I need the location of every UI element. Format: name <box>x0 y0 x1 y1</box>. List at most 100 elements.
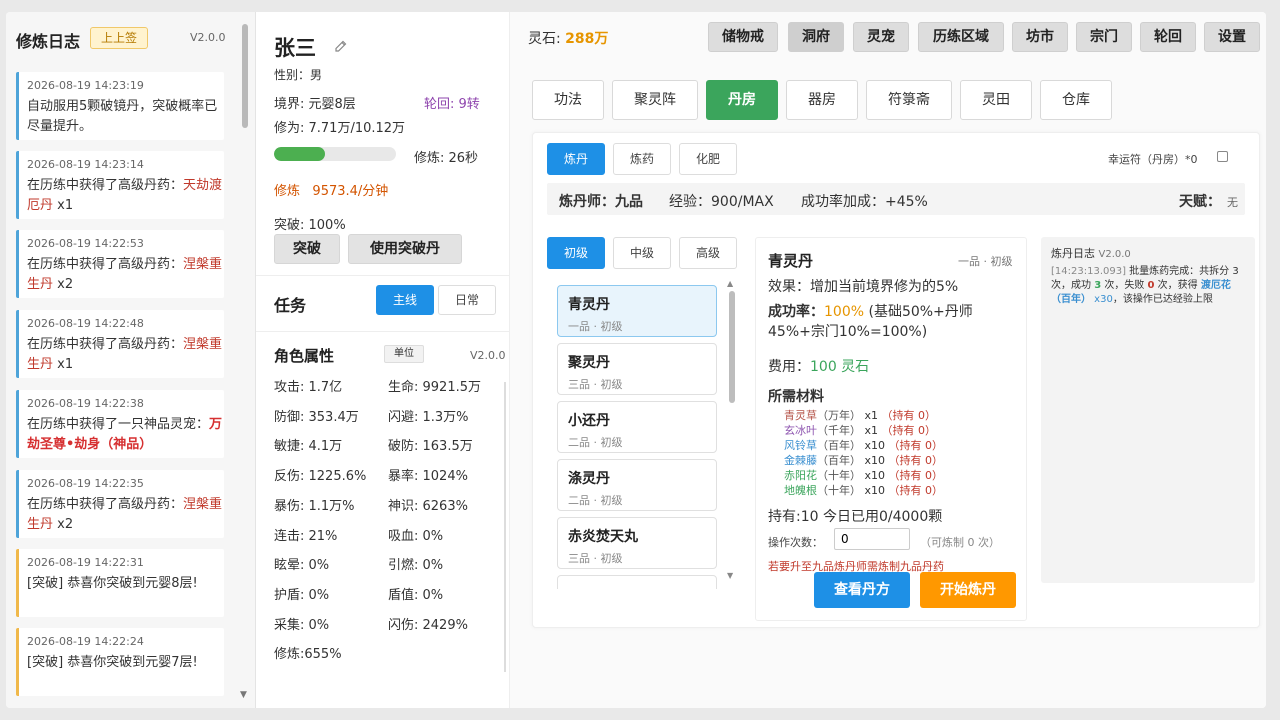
tab-daily-quest[interactable]: 日常 <box>438 285 496 315</box>
grade-intermediate[interactable]: 中级 <box>613 237 671 269</box>
recipe-item[interactable]: 聚灵丹 三品 · 初级 <box>557 343 717 395</box>
subtab-make-pill[interactable]: 炼丹 <box>547 143 605 175</box>
divider <box>256 275 510 276</box>
settings-button[interactable]: 设置 <box>1204 22 1260 52</box>
log-text: 在历练中获得了高级丹药：涅槃重生丹 x2 <box>27 497 223 532</box>
attributes-scrollbar[interactable] <box>504 382 506 672</box>
log-title: 修炼日志 <box>16 32 81 51</box>
market-button[interactable]: 坊市 <box>1012 22 1068 52</box>
log-time: 2026-08-19 14:23:14 <box>27 158 144 171</box>
app-window: 修炼日志 上上签 V2.0.0 ▼ 2026-08-19 14:23:19 自动… <box>6 12 1266 708</box>
scroll-up-icon[interactable]: ▲ <box>727 279 733 288</box>
spirit-pet-button[interactable]: 灵宠 <box>853 22 909 52</box>
attributes-title: 角色属性 <box>274 347 335 365</box>
op-count-hint: （可炼制 0 次） <box>920 536 1000 549</box>
log-text: 在历练中获得了高级丹药：涅槃重生丹 x2 <box>27 257 223 292</box>
recipe-cost: 费用：100 灵石 <box>768 359 870 375</box>
material-item: 地魄根（十年） x10 （持有 0） <box>784 484 944 497</box>
recipe-name: 青灵丹 <box>768 252 814 270</box>
tab-spirit-array[interactable]: 聚灵阵 <box>612 80 698 120</box>
op-count-input[interactable] <box>834 528 910 550</box>
view-recipe-button[interactable]: 查看丹方 <box>814 572 910 608</box>
tab-talisman[interactable]: 符箓斋 <box>866 80 952 120</box>
tab-spirit-field[interactable]: 灵田 <box>960 80 1032 120</box>
edit-icon[interactable] <box>334 38 348 57</box>
log-entry: 2026-08-19 14:22:53 在历练中获得了高级丹药：涅槃重生丹 x2 <box>16 230 224 298</box>
storage-ring-button[interactable]: 储物戒 <box>708 22 778 52</box>
materials-title: 所需材料 <box>768 389 824 405</box>
log-entry: 2026-08-19 14:22:35 在历练中获得了高级丹药：涅槃重生丹 x2 <box>16 470 224 538</box>
recipe-grade: 一品 · 初级 <box>958 255 1013 268</box>
attr-shield: 护盾: 0% <box>274 588 330 603</box>
log-entry: 2026-08-19 14:22:38 在历练中获得了一只神品灵宠：万劫圣尊•劫… <box>16 390 224 458</box>
log-scroll-thumb[interactable] <box>242 24 248 128</box>
breakthrough-button[interactable]: 突破 <box>274 234 340 264</box>
log-entry: 2026-08-19 14:23:19 自动服用5颗破镜丹，突破概率已尽量提升。 <box>16 72 224 140</box>
scroll-down-icon[interactable]: ▼ <box>727 571 733 580</box>
alchemy-log-entry: [14:23:13.093] 批量炼药完成：共拆分 3 次，成功 3 次，失败 … <box>1051 266 1239 305</box>
sign-button[interactable]: 上上签 <box>90 27 148 49</box>
log-text: 自动服用5颗破镜丹，突破概率已尽量提升。 <box>27 99 218 134</box>
log-time: 2026-08-19 14:22:53 <box>27 237 144 250</box>
log-text: 在历练中获得了高级丹药：天劫渡厄丹 x1 <box>27 178 223 213</box>
attr-hp: 生命: 9921.5万 <box>388 380 481 395</box>
grade-advanced[interactable]: 高级 <box>679 237 737 269</box>
use-pill-button[interactable]: 使用突破丹 <box>348 234 462 264</box>
tab-warehouse[interactable]: 仓库 <box>1040 80 1112 120</box>
log-entry: 2026-08-19 14:22:31 [突破] 恭喜你突破到元婴8层! <box>16 549 224 617</box>
progress-fill <box>274 147 326 161</box>
log-time: 2026-08-19 14:22:35 <box>27 477 144 490</box>
holding-info: 持有:10 今日已用0/4000颗 <box>768 509 943 525</box>
recipe-item[interactable]: 青灵丹 一品 · 初级 <box>557 285 717 337</box>
subtab-fertilizer[interactable]: 化肥 <box>679 143 737 175</box>
attr-crit-rate: 暴率: 1024% <box>388 469 468 484</box>
log-scrollbar[interactable]: ▼ <box>240 20 250 700</box>
sect-button[interactable]: 宗门 <box>1076 22 1132 52</box>
lucky-charm-checkbox[interactable] <box>1217 151 1228 162</box>
log-time: 2026-08-19 14:22:48 <box>27 317 144 330</box>
cultivate-timer: 修炼: 26秒 <box>414 151 479 166</box>
recipe-item[interactable] <box>557 575 717 589</box>
tab-forge[interactable]: 器房 <box>786 80 858 120</box>
subtab-make-medicine[interactable]: 炼药 <box>613 143 671 175</box>
tab-skills[interactable]: 功法 <box>532 80 604 120</box>
log-text: 在历练中获得了高级丹药：涅槃重生丹 x1 <box>27 337 223 372</box>
log-text: [突破] 恭喜你突破到元婴7层! <box>27 655 198 670</box>
recipe-scroll-thumb[interactable] <box>729 291 735 403</box>
attr-flash-damage: 闪伤: 2429% <box>388 618 468 633</box>
gender: 性别：男 <box>274 68 323 82</box>
material-item: 青灵草（万年） x1 （持有 0） <box>784 409 937 422</box>
divider <box>256 331 510 332</box>
attr-spirit-sense: 神识: 6263% <box>388 499 468 514</box>
log-version: V2.0.0 <box>190 31 226 44</box>
grade-basic[interactable]: 初级 <box>547 237 605 269</box>
tab-alchemy[interactable]: 丹房 <box>706 80 778 120</box>
cultivation-rate: 修炼 9573.4/分钟 <box>274 184 389 199</box>
attr-shield-value: 盾值: 0% <box>388 588 444 603</box>
reincarnation-button[interactable]: 轮回 <box>1140 22 1196 52</box>
success-rate: 成功率：100% (基础50%+丹师45%+宗门10%=100%) <box>768 304 973 340</box>
recipe-detail: 青灵丹 一品 · 初级 效果：增加当前境界修为的5% 成功率：100% (基础5… <box>755 237 1027 621</box>
recipe-item[interactable]: 涤灵丹 二品 · 初级 <box>557 459 717 511</box>
log-entry: 2026-08-19 14:23:14 在历练中获得了高级丹药：天劫渡厄丹 x1 <box>16 151 224 219</box>
cave-button[interactable]: 洞府 <box>788 22 844 52</box>
alchemy-log-title: 炼丹日志 V2.0.0 <box>1051 247 1131 260</box>
cultivation-log-panel: 修炼日志 上上签 V2.0.0 ▼ 2026-08-19 14:23:19 自动… <box>6 12 256 708</box>
start-alchemy-button[interactable]: 开始炼丹 <box>920 572 1016 608</box>
unit-button[interactable]: 单位 <box>384 345 424 363</box>
success-bonus: 成功率加成：+45% <box>801 194 928 210</box>
log-entry: 2026-08-19 14:22:24 [突破] 恭喜你突破到元婴7层! <box>16 628 224 696</box>
recipe-item[interactable]: 赤炎焚天丸 三品 · 初级 <box>557 517 717 569</box>
log-text: 在历练中获得了一只神品灵宠：万劫圣尊•劫身（神品） <box>27 417 223 452</box>
alchemist-exp: 经验：900/MAX <box>669 194 774 210</box>
recipe-item[interactable]: 小还丹 二品 · 初级 <box>557 401 717 453</box>
attr-cultivation: 修炼:655% <box>274 647 342 662</box>
op-count-label: 操作次数： <box>768 536 823 549</box>
scroll-down-icon[interactable]: ▼ <box>240 690 247 700</box>
recipe-list: 青灵丹 一品 · 初级 聚灵丹 三品 · 初级 小还丹 二品 · 初级 涤灵丹 二品 ·… <box>553 277 743 589</box>
alchemist-grade: 炼丹师：九品 <box>559 194 643 210</box>
training-area-button[interactable]: 历练区域 <box>918 22 1004 52</box>
reincarnation: 轮回: 9转 <box>424 97 480 112</box>
attr-agility: 敏捷: 4.1万 <box>274 439 343 454</box>
tab-main-quest[interactable]: 主线 <box>376 285 434 315</box>
